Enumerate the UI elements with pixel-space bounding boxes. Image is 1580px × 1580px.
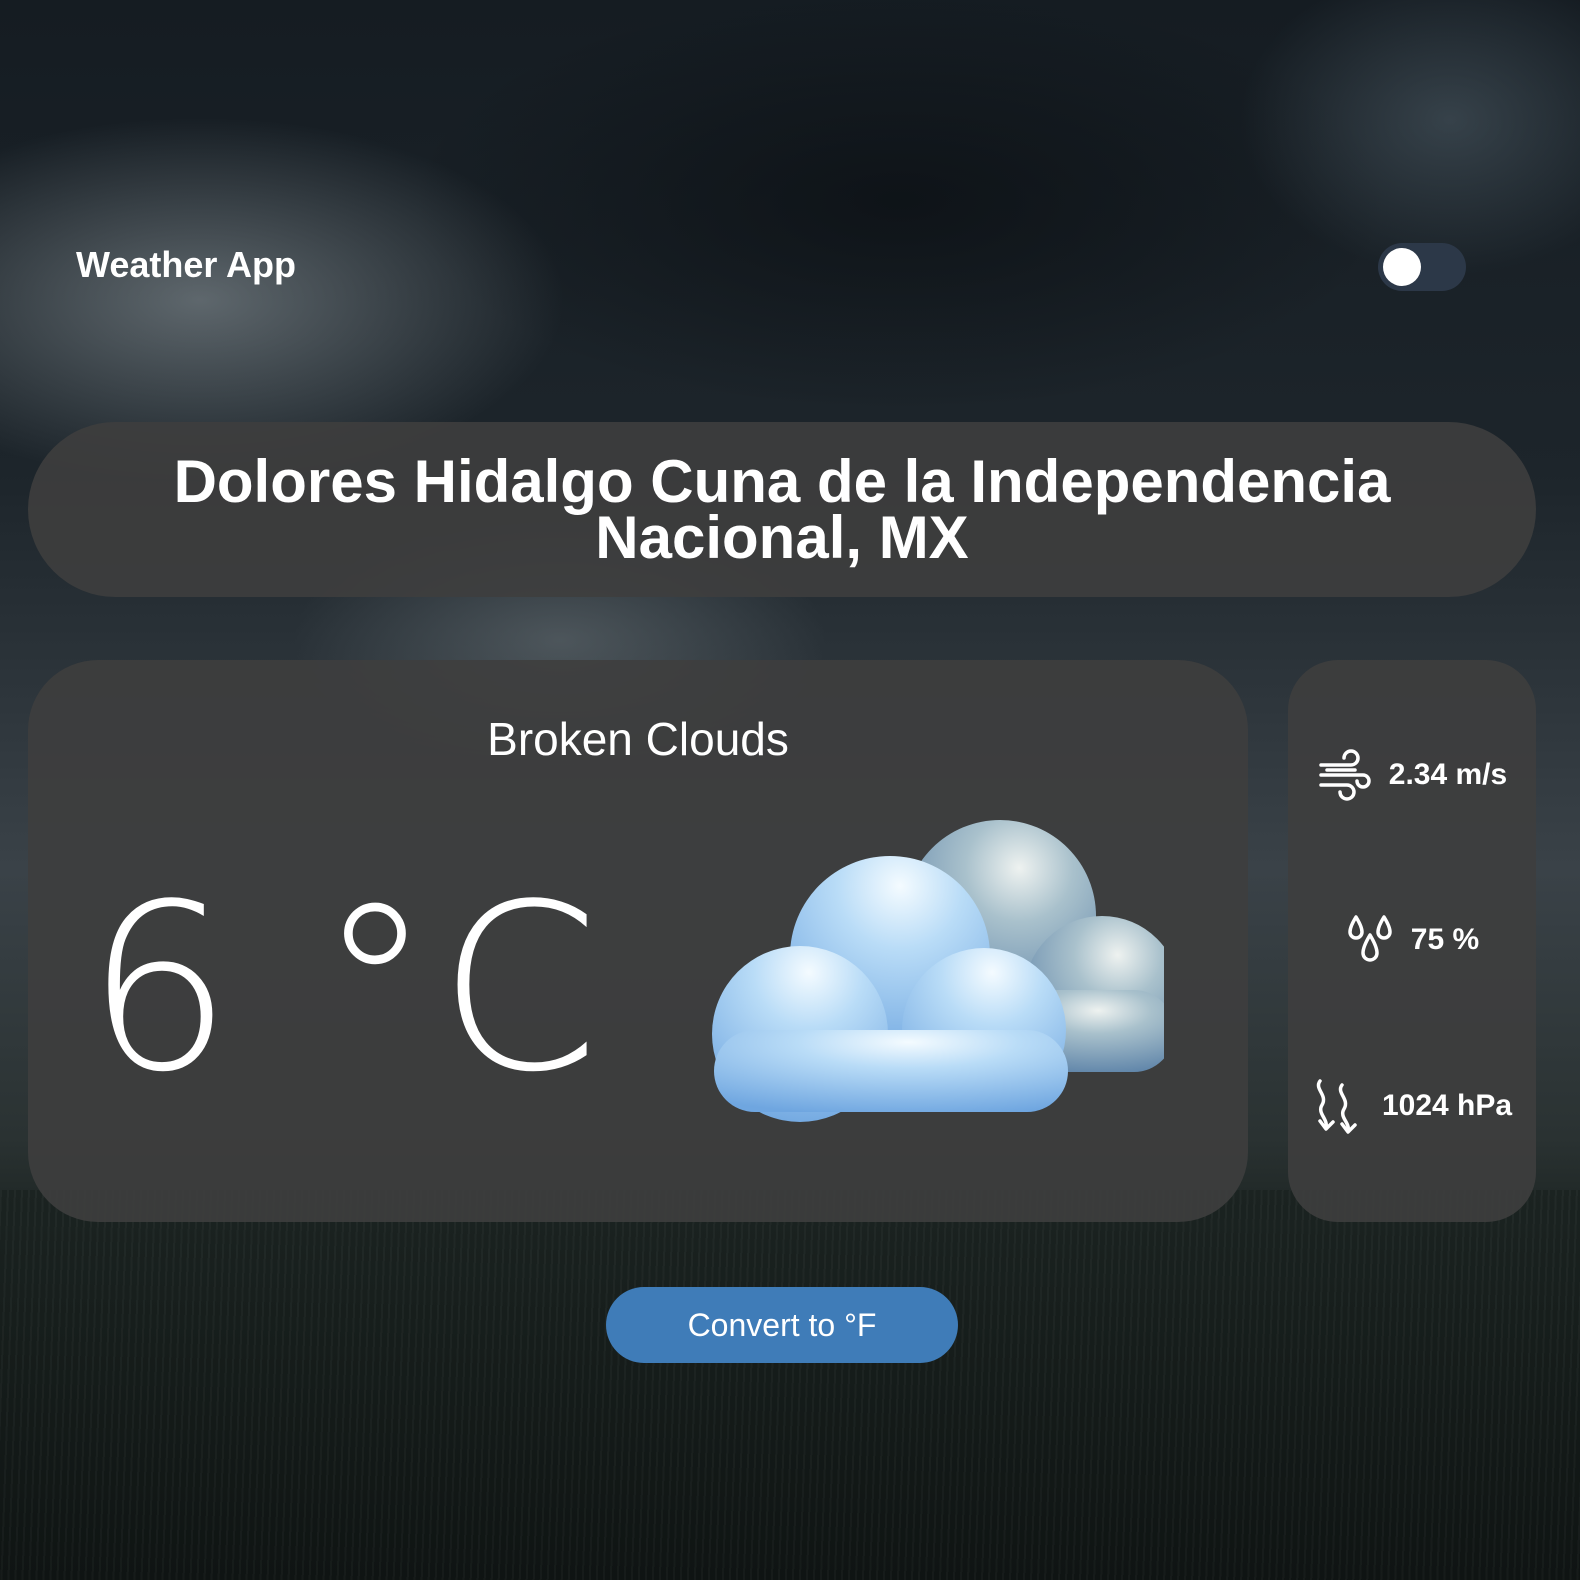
broken-clouds-icon <box>712 820 1164 1122</box>
background-landscape <box>0 1190 1580 1580</box>
theme-toggle[interactable] <box>1378 243 1466 291</box>
pressure-value: 1024 hPa <box>1381 1089 1513 1122</box>
city-name: Dolores Hidalgo Cuna de la Independencia… <box>173 447 1391 571</box>
location-panel: Dolores Hidalgo Cuna de la Independencia… <box>28 422 1536 597</box>
app-title: Weather App <box>76 244 297 285</box>
wind-stat: 2.34 m/s <box>1288 745 1536 805</box>
humidity-stat: 75 % <box>1288 910 1536 970</box>
stats-panel: 2.34 m/s 75 % 1024 hPa <box>1288 660 1536 1222</box>
pressure-stat: 1024 hPa <box>1288 1076 1536 1136</box>
humidity-value: 75 % <box>1410 923 1480 956</box>
humidity-icon <box>1348 915 1392 962</box>
weather-condition: Broken Clouds <box>487 713 789 765</box>
wind-icon <box>1319 749 1371 801</box>
wind-speed-value: 2.34 m/s <box>1388 758 1508 791</box>
toggle-knob <box>1383 248 1421 286</box>
pressure-icon <box>1316 1079 1357 1134</box>
temperature: 6 °C <box>86 856 606 1123</box>
current-weather-panel: Broken Clouds 6 °C <box>28 660 1248 1222</box>
convert-to-fahrenheit-button[interactable]: Convert to °F <box>606 1287 958 1363</box>
